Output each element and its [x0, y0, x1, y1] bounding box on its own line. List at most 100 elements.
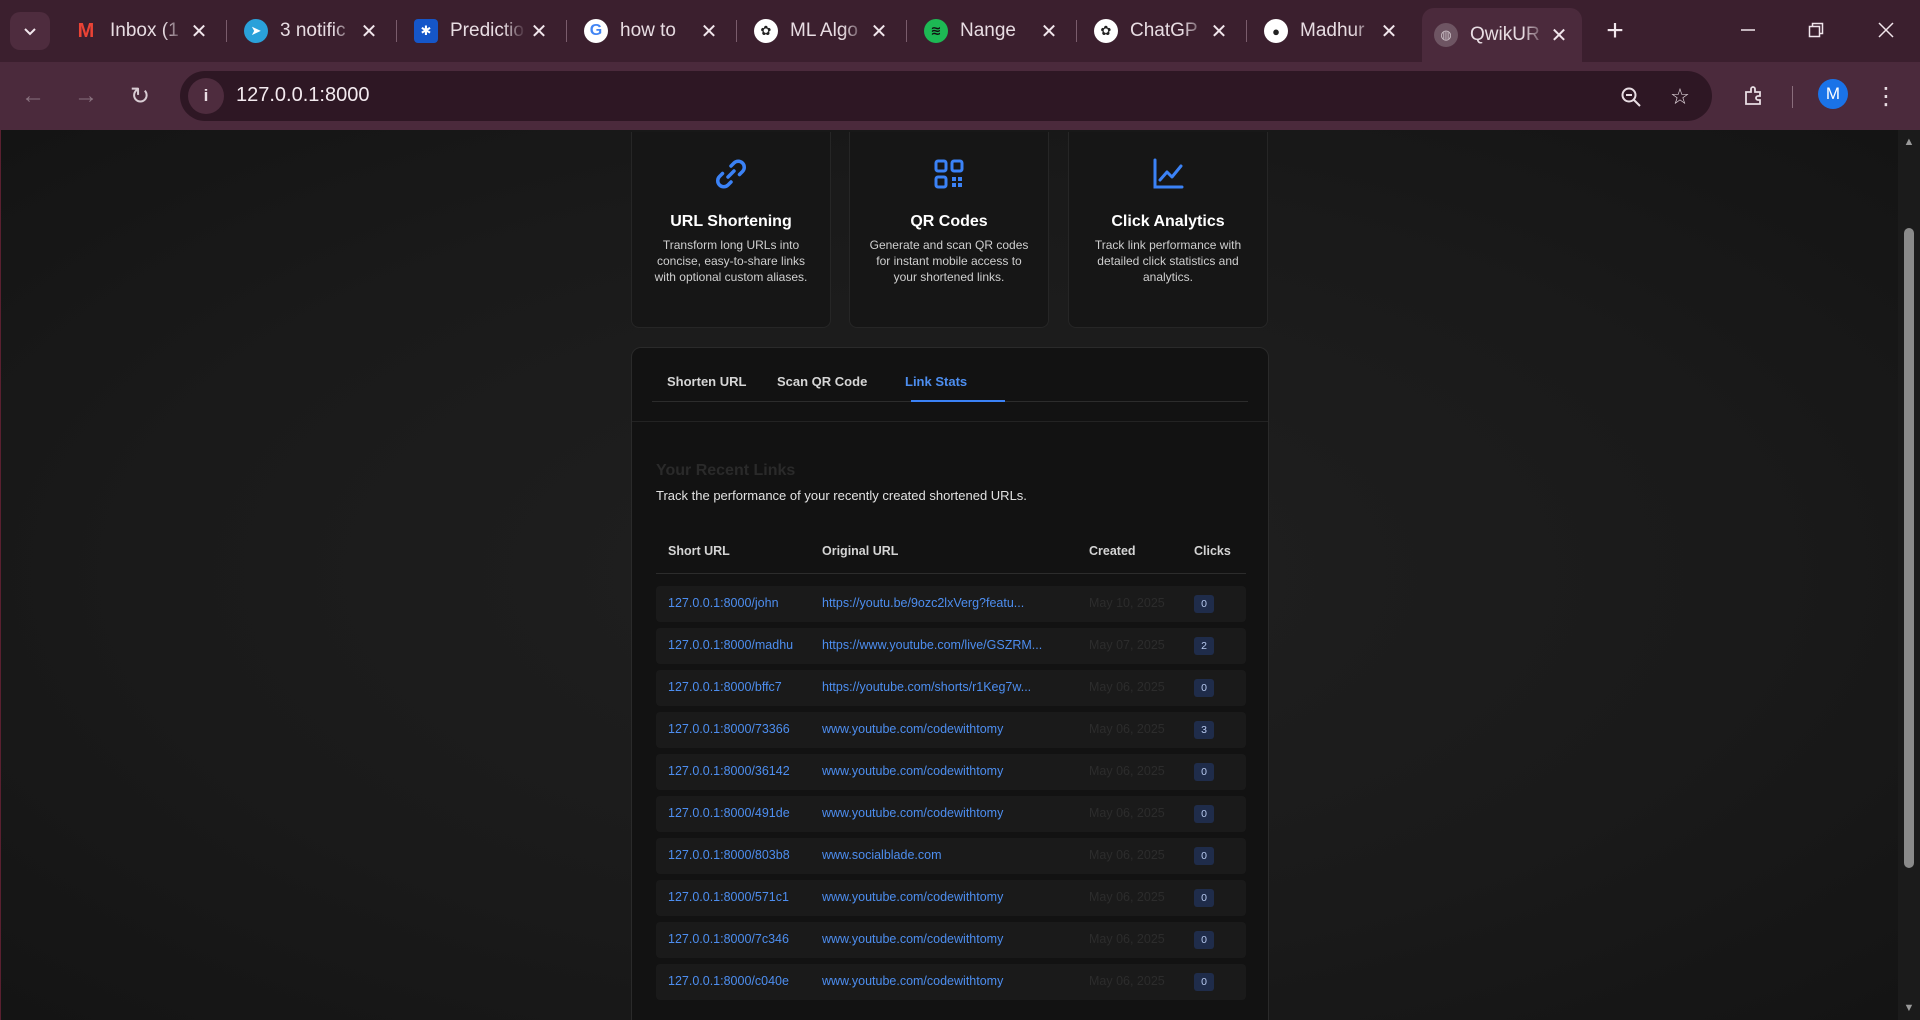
clicks-badge: 0	[1194, 805, 1214, 823]
close-icon[interactable]: ✕	[866, 18, 892, 44]
close-window-button[interactable]	[1858, 8, 1914, 52]
tab-divider	[396, 20, 397, 42]
clicks-badge: 0	[1194, 973, 1214, 991]
column-header: Clicks	[1194, 544, 1231, 558]
short-url-link[interactable]: 127.0.0.1:8000/7c346	[668, 932, 818, 946]
chevron-down-icon	[24, 28, 36, 36]
feature-title: Click Analytics	[1111, 213, 1225, 230]
short-url-link[interactable]: 127.0.0.1:8000/36142	[668, 764, 818, 778]
tab-link-stats[interactable]: Link Stats	[905, 374, 967, 389]
scroll-up-arrow-icon[interactable]: ▲	[1903, 136, 1915, 148]
close-icon[interactable]: ✕	[526, 18, 552, 44]
browser-toolbar: ← → ↻ i 127.0.0.1:8000 ☆ M ⋮	[0, 62, 1920, 130]
short-url-link[interactable]: 127.0.0.1:8000/c040e	[668, 974, 818, 988]
tab-search-button[interactable]	[10, 12, 50, 50]
table-row: 127.0.0.1:8000/7c346 www.youtube.com/cod…	[656, 922, 1246, 958]
short-url-link[interactable]: 127.0.0.1:8000/john	[668, 596, 818, 610]
minimize-icon	[1741, 29, 1755, 31]
short-url-link[interactable]: 127.0.0.1:8000/73366	[668, 722, 818, 736]
original-url-link[interactable]: www.youtube.com/codewithtomy	[822, 932, 1062, 946]
table-row: 127.0.0.1:8000/803b8 www.socialblade.com…	[656, 838, 1246, 874]
telegram-icon: ➤	[244, 19, 268, 43]
extensions-icon[interactable]	[1734, 76, 1774, 116]
chart-line-icon	[1153, 158, 1184, 189]
address-bar[interactable]: i 127.0.0.1:8000 ☆	[180, 71, 1712, 121]
close-icon	[1878, 22, 1894, 38]
short-url-link[interactable]: 127.0.0.1:8000/803b8	[668, 848, 818, 862]
original-url-link[interactable]: www.youtube.com/codewithtomy	[822, 890, 1062, 904]
panel-tabs: Shorten URL Scan QR Code Link Stats	[652, 348, 1248, 402]
original-url-link[interactable]: https://youtube.com/shorts/r1Keg7w...	[822, 680, 1062, 694]
browser-tab[interactable]: ≋ Nange ✕	[912, 10, 1072, 52]
forward-button[interactable]: →	[66, 76, 106, 116]
tab-shorten-url[interactable]: Shorten URL	[667, 374, 746, 389]
original-url-link[interactable]: www.youtube.com/codewithtomy	[822, 806, 1062, 820]
chatgpt-icon: ✿	[754, 19, 778, 43]
tab-title: 3 notific	[280, 20, 346, 41]
qr-code-icon	[934, 159, 964, 189]
toolbar-divider	[1792, 86, 1793, 108]
new-tab-button[interactable]: +	[1598, 14, 1632, 48]
bluesky-icon: ✱	[414, 19, 438, 43]
browser-tab[interactable]: ➤ 3 notific ✕	[232, 10, 392, 52]
table-row: 127.0.0.1:8000/madhu https://www.youtube…	[656, 628, 1246, 664]
original-url-link[interactable]: www.socialblade.com	[822, 848, 1062, 862]
created-date: May 07, 2025	[1089, 638, 1165, 652]
restore-icon	[1808, 22, 1824, 38]
original-url-link[interactable]: www.youtube.com/codewithtomy	[822, 974, 1062, 988]
browser-tab[interactable]: M Inbox (1 ✕	[62, 10, 222, 52]
browser-tab[interactable]: ✿ ChatGP ✕	[1082, 10, 1242, 52]
original-url-link[interactable]: www.youtube.com/codewithtomy	[822, 722, 1062, 736]
close-icon[interactable]: ✕	[1206, 18, 1232, 44]
close-icon[interactable]: ✕	[1376, 18, 1402, 44]
tab-title: Madhur	[1300, 20, 1365, 41]
clicks-badge: 0	[1194, 595, 1214, 613]
original-url-link[interactable]: https://www.youtube.com/live/GSZRM...	[822, 638, 1062, 652]
scroll-down-arrow-icon[interactable]: ▼	[1903, 1002, 1915, 1014]
short-url-link[interactable]: 127.0.0.1:8000/491de	[668, 806, 818, 820]
browser-tab[interactable]: ✿ ML Algo ✕	[742, 10, 902, 52]
close-icon[interactable]: ✕	[186, 18, 212, 44]
browser-tab[interactable]: G how to ✕	[572, 10, 732, 52]
bookmark-star-icon[interactable]: ☆	[1665, 82, 1695, 112]
link-icon	[716, 159, 746, 189]
site-info-icon[interactable]: i	[188, 78, 224, 114]
original-url-link[interactable]: https://youtu.be/9ozc2lxVerg?featu...	[822, 596, 1062, 610]
created-date: May 06, 2025	[1089, 848, 1165, 862]
restore-button[interactable]	[1788, 8, 1844, 52]
reload-button[interactable]: ↻	[120, 76, 160, 116]
address-url[interactable]: 127.0.0.1:8000	[236, 84, 369, 107]
menu-kebab-icon[interactable]: ⋮	[1866, 76, 1906, 116]
page-viewport: URL Shortening Transform long URLs into …	[0, 130, 1898, 1020]
close-icon[interactable]: ✕	[1546, 22, 1572, 48]
browser-tab[interactable]: ● Madhur ✕	[1252, 10, 1412, 52]
tab-title: Nange	[960, 20, 1016, 41]
profile-avatar[interactable]: M	[1818, 79, 1848, 109]
table-row: 127.0.0.1:8000/bffc7 https://youtube.com…	[656, 670, 1246, 706]
table-row: 127.0.0.1:8000/john https://youtu.be/9oz…	[656, 586, 1246, 622]
close-icon[interactable]: ✕	[356, 18, 382, 44]
original-url-link[interactable]: www.youtube.com/codewithtomy	[822, 764, 1062, 778]
short-url-link[interactable]: 127.0.0.1:8000/bffc7	[668, 680, 818, 694]
section-title: Your Recent Links	[656, 462, 796, 479]
feature-title: QR Codes	[910, 213, 988, 230]
close-icon[interactable]: ✕	[1036, 18, 1062, 44]
short-url-link[interactable]: 127.0.0.1:8000/571c1	[668, 890, 818, 904]
browser-tab-active[interactable]: ◍ QwikUR ✕	[1422, 8, 1582, 62]
scrollbar-thumb[interactable]	[1904, 228, 1914, 868]
close-icon[interactable]: ✕	[696, 18, 722, 44]
tab-divider	[1246, 20, 1247, 42]
page-scrollbar[interactable]: ▲ ▼	[1898, 130, 1920, 1020]
tab-scan-qr-code[interactable]: Scan QR Code	[777, 374, 867, 389]
column-header: Short URL	[668, 544, 730, 558]
table-row: 127.0.0.1:8000/36142 www.youtube.com/cod…	[656, 754, 1246, 790]
browser-tab[interactable]: ✱ Predictio ✕	[402, 10, 562, 52]
clicks-badge: 2	[1194, 637, 1214, 655]
zoom-icon[interactable]	[1616, 82, 1646, 112]
back-button[interactable]: ←	[13, 76, 53, 116]
table-row: 127.0.0.1:8000/491de www.youtube.com/cod…	[656, 796, 1246, 832]
created-date: May 06, 2025	[1089, 932, 1165, 946]
short-url-link[interactable]: 127.0.0.1:8000/madhu	[668, 638, 818, 652]
minimize-button[interactable]	[1720, 8, 1776, 52]
feature-description: Track link performance with detailed cli…	[1094, 238, 1242, 284]
